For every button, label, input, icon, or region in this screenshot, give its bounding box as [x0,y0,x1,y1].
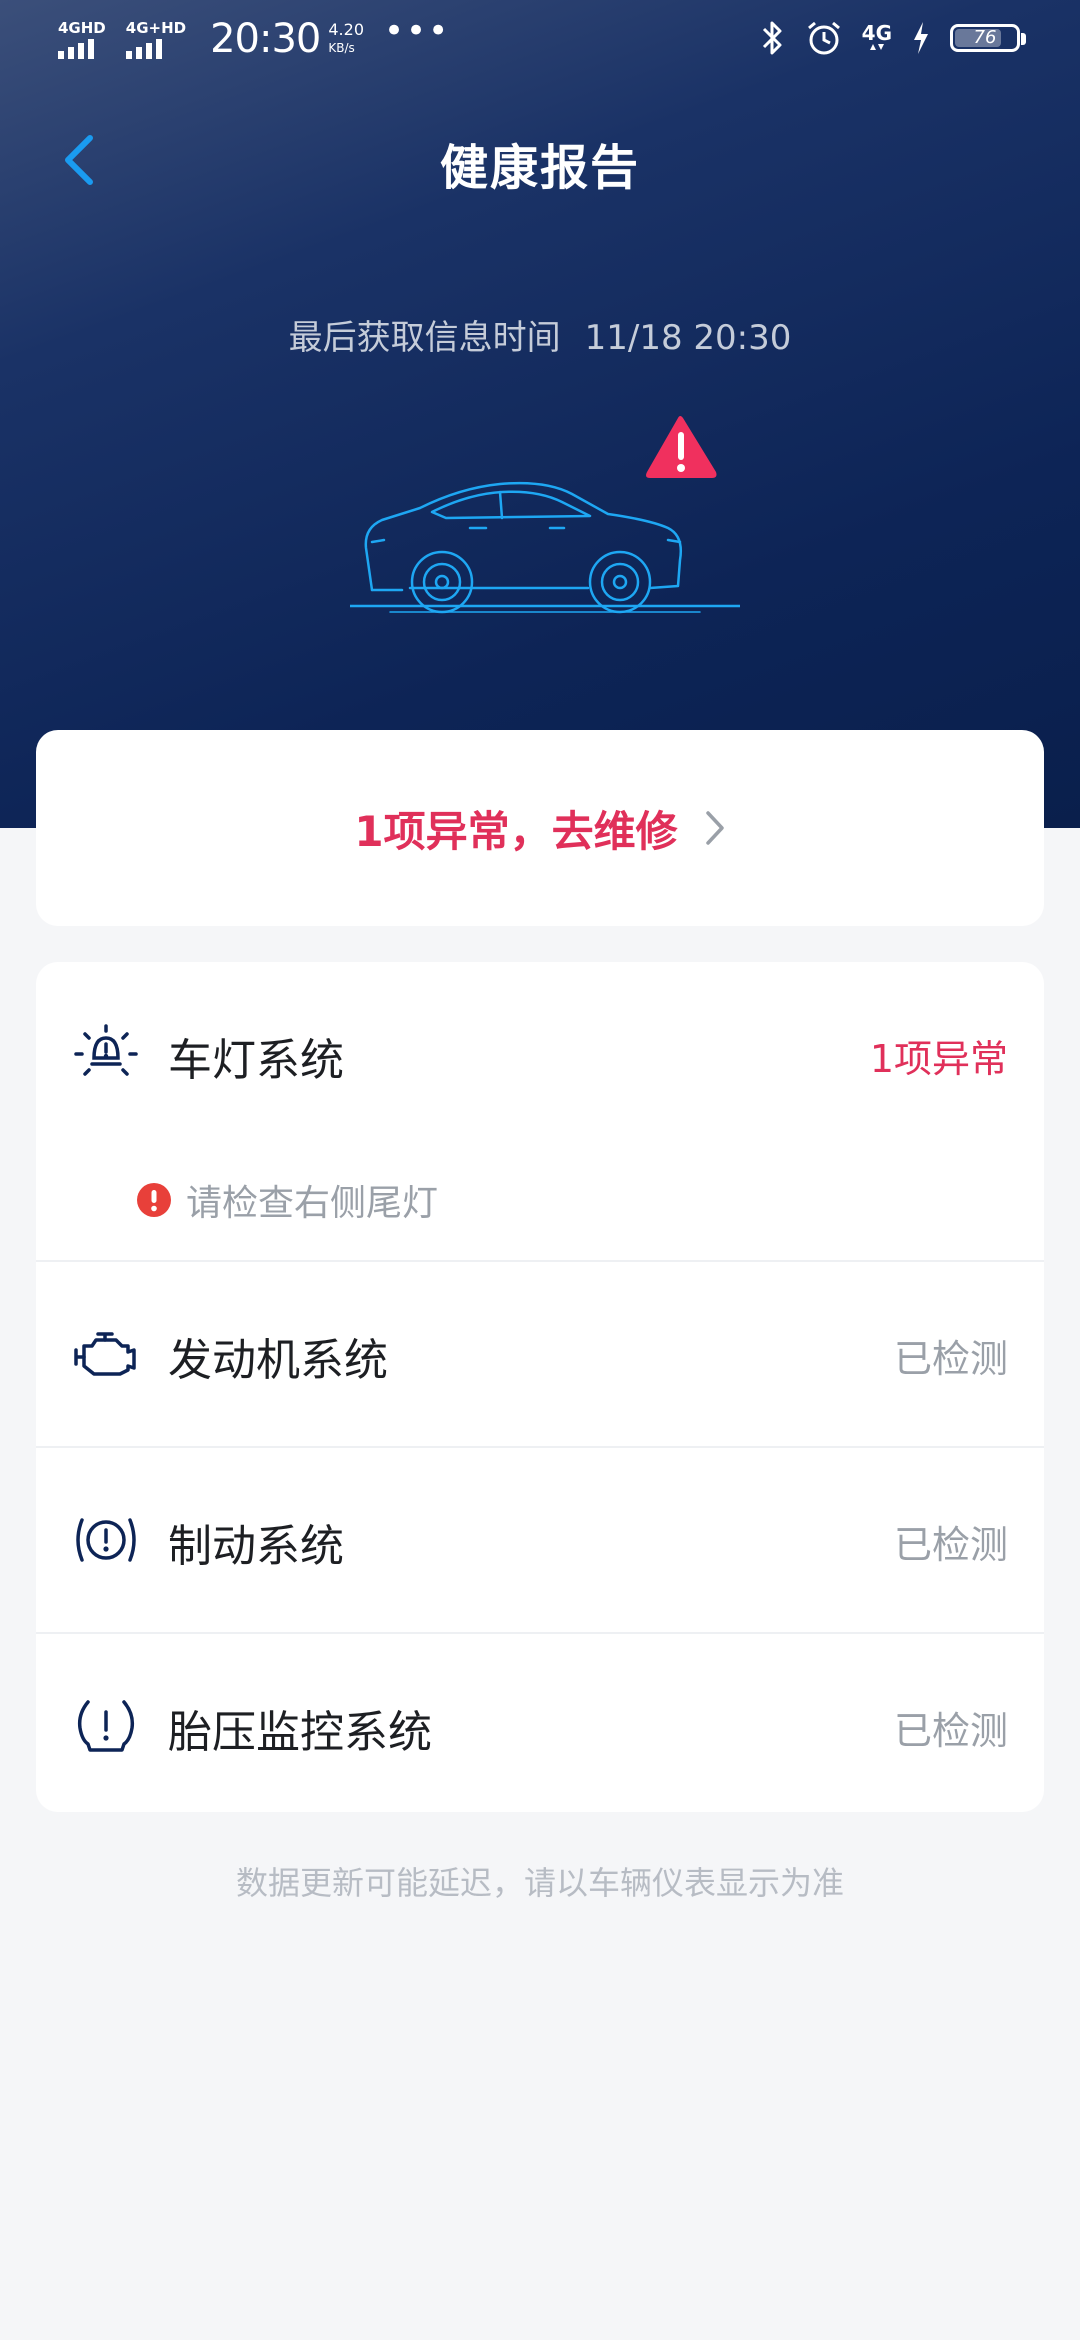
system-name: 发动机系统 [168,1335,388,1386]
net-label: 4G [861,21,892,45]
bluetooth-icon [762,21,782,55]
sim1-label: 4GHD [58,18,106,37]
system-status: 已检测 [893,1709,1008,1753]
status-right: 4G 76 [760,20,1026,56]
speed-value: 4.20 [328,20,364,39]
headlight-icon [74,1024,138,1076]
sim2-label: 4G+HD [125,18,187,37]
network-speed: 4.20 KB/s [328,21,364,57]
tire-pressure-icon [77,1700,135,1752]
more-notifications-icon: ••• [384,11,451,51]
system-name: 制动系统 [168,1521,344,1572]
last-fetch-label: 最后获取信息时间 [288,318,561,358]
repair-alert-card[interactable]: 1项异常，去维修 [36,730,1044,926]
signal-bars-icon [125,38,186,59]
brake-icon [76,1518,136,1562]
warning-text: 请检查右侧尾灯 [186,1183,439,1224]
page-title: 健康报告 [439,140,640,196]
system-status: 1项异常 [869,1037,1008,1081]
system-name: 车灯系统 [168,1035,344,1086]
charging-icon [914,22,928,54]
engine-icon [74,1332,136,1376]
last-fetch-info: 最后获取信息时间 11/18 20:30 [0,310,1080,359]
last-fetch-time: 11/18 20:30 [584,318,792,358]
health-report-screen: 4GHD 4G+HD 20:30 4.20 KB/s ••• 4G 76 健康报… [0,0,1080,2340]
speed-unit: KB/s [328,41,355,55]
warning-message: 请检查右侧尾灯 [136,1174,438,1226]
system-status: 已检测 [893,1523,1008,1567]
system-row-engine[interactable]: 发动机系统 已检测 [36,1262,1044,1448]
battery-icon: 76 [950,24,1026,52]
chevron-right-icon [705,811,724,845]
signal-sim2: 4G+HD [125,18,187,59]
status-bar: 4GHD 4G+HD 20:30 4.20 KB/s ••• 4G 76 [0,0,1080,80]
system-name: 胎压监控系统 [168,1707,432,1758]
signal-sim1: 4GHD [58,20,106,59]
battery-level: 76 [973,27,997,48]
network-type: 4G [861,21,892,52]
signal-bars-icon [58,38,106,59]
system-row-lights[interactable]: 车灯系统 1项异常 请检查右侧尾灯 [36,962,1044,1262]
error-circle-icon [137,1183,171,1217]
system-row-tire-pressure[interactable]: 胎压监控系统 已检测 [36,1634,1044,1818]
repair-alert-text: 1项异常，去维修 [354,806,678,856]
systems-card: 车灯系统 1项异常 请检查右侧尾灯 发动机系统 已检测 制动系统 已检测 胎压监… [36,962,1044,1812]
data-delay-note: 数据更新可能延迟，请以车辆仪表显示为准 [235,1864,844,1902]
status-time: 20:30 [210,16,321,62]
alarm-icon [807,21,840,55]
warning-triangle-icon [646,416,717,478]
status-left: 4GHD 4G+HD 20:30 4.20 KB/s ••• [58,11,450,62]
system-row-brake[interactable]: 制动系统 已检测 [36,1448,1044,1634]
system-status: 已检测 [893,1337,1008,1381]
data-arrows-icon [869,44,884,50]
car-illustration [350,416,740,614]
